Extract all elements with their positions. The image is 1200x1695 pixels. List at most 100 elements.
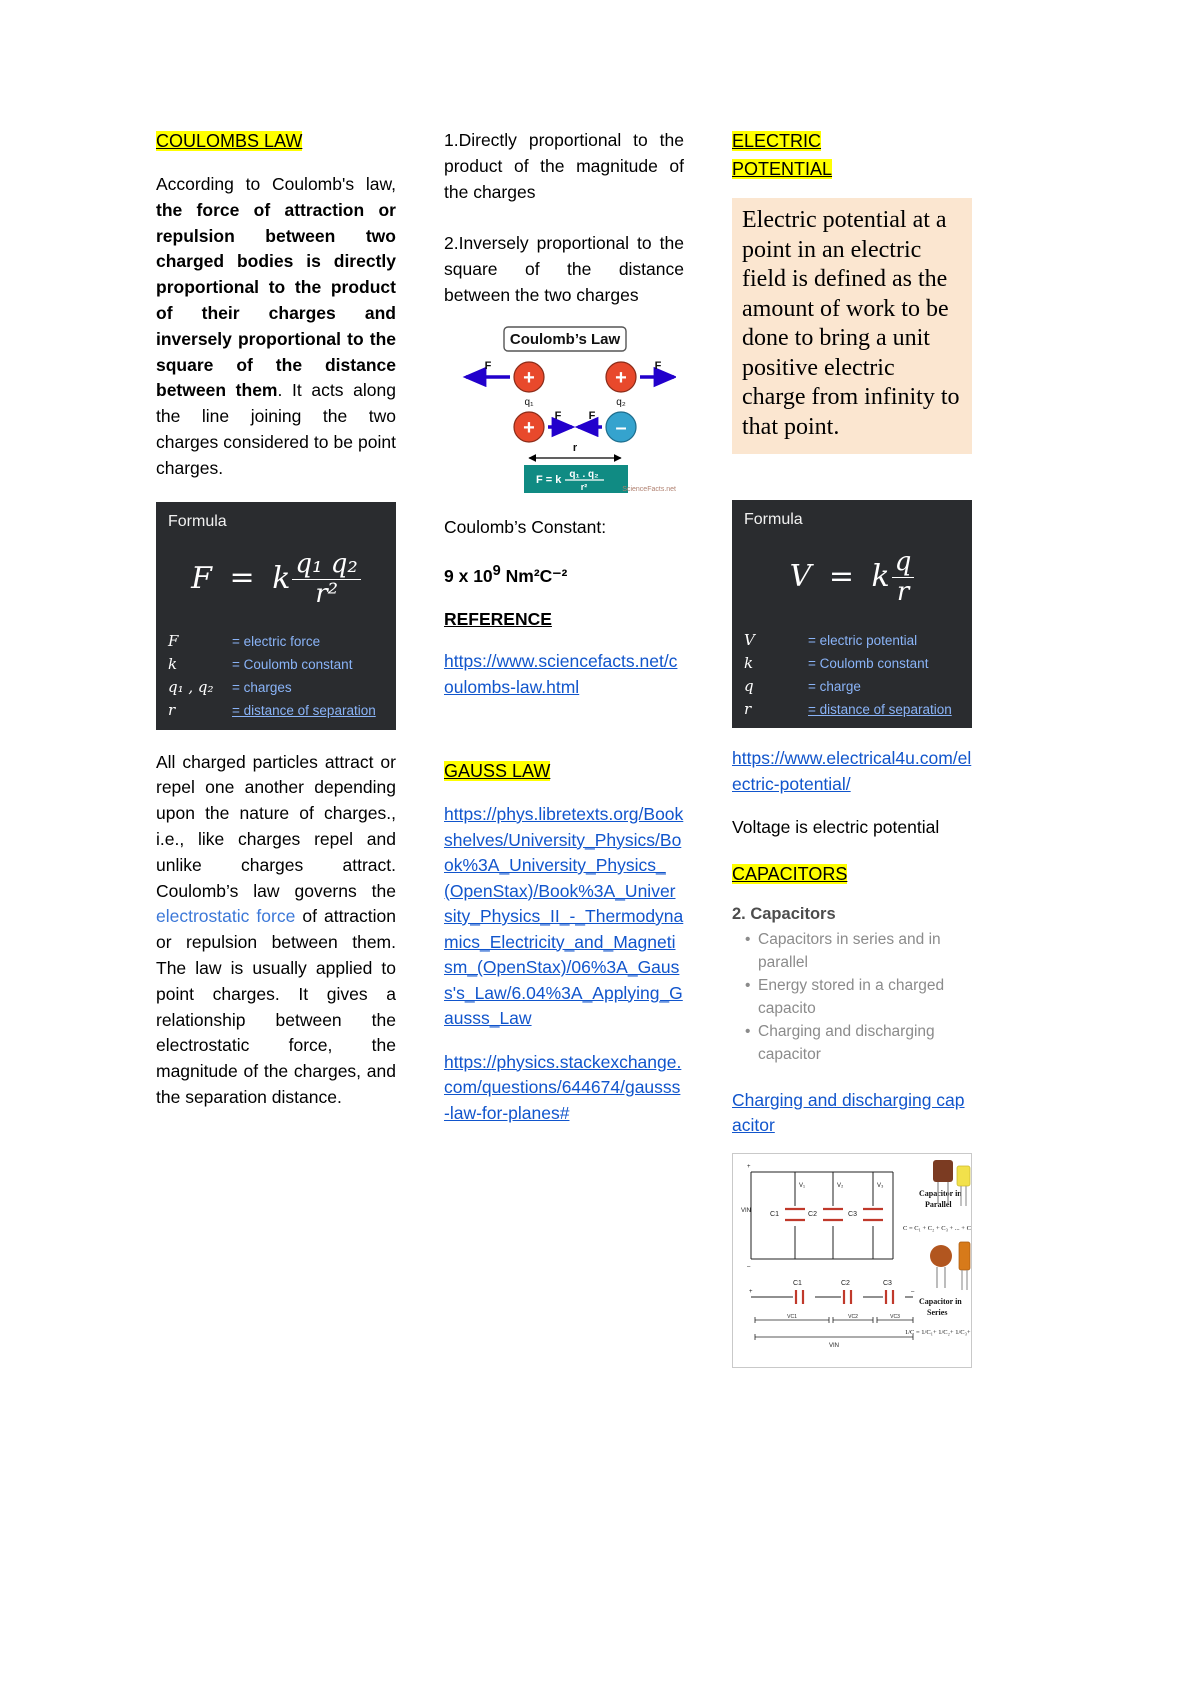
coulomb-formula-card: Formula F = k q₁ q₂ r² F = electric force … [156,501,396,730]
legend-definition: = electric force [232,634,321,650]
equation-k: k [272,560,291,596]
svg-text:F: F [485,360,492,372]
electrostatic-force-link[interactable]: electrostatic force [156,906,295,926]
equation-fraction: qr [891,547,915,607]
svg-text:C2: C2 [808,1211,817,1218]
capacitor-figure-svg: C1 C2 C3 V₁ V₂ V₃ VIN + – C1 C2 C3 + – V… [733,1153,971,1367]
capacitors-list-title: 2. Capacitors [732,904,836,923]
svg-text:C = C₁ + C₂ + C₃ + ... + Cₙ: C = C₁ + C₂ + C₃ + ... + Cₙ [903,1225,971,1232]
constant-base: 9 x 10 [444,565,493,586]
electric-potential-definition: Electric potential at a point in an elec… [742,207,960,440]
legend-row: V = electric potential [744,629,960,652]
formula-card-title: Formula [744,511,803,528]
svg-text:1/C = 1/C₁+ 1/C₂+ 1/C₃+ ... +: 1/C = 1/C₁+ 1/C₂+ 1/C₃+ ... + 1/Cₙ [905,1329,971,1336]
coulomb-constant-label: Coulomb’s Constant: [444,516,607,537]
coulomb-equation: F = k q₁ q₂ r² [168,535,384,629]
legend-definition: = distance of separation [232,703,376,719]
potential-link-wrap: https://www.electrical4u.com/electric-po… [732,746,972,797]
stackexchange-gauss-link[interactable]: https://physics.stackexchange.com/questi… [444,1050,684,1127]
voltage-note: Voltage is electric potential [732,817,940,837]
legend-definition: = Coulomb constant [808,655,929,671]
capacitor-circuit-figure: C1 C2 C3 V₁ V₂ V₃ VIN + – C1 C2 C3 + – V… [732,1152,972,1368]
electric-potential-heading-line1: ELECTRIC [732,131,822,151]
legend-symbol: k [744,653,754,672]
equation-lhs: F [191,560,212,596]
svg-text:Capacitor in: Capacitor in [919,1189,962,1198]
svg-text:C2: C2 [841,1280,850,1287]
capacitors-topic-list: 2. Capacitors Capacitors in series and i… [732,903,972,1066]
capacitors-bullets: Capacitors in series and in parallel Ene… [732,928,972,1066]
legend-definition: = distance of separation [808,701,952,717]
para2-b: of attraction or repulsion between them.… [156,906,396,1107]
svg-text:+: + [747,1164,751,1170]
three-column-layout: COULOMBS LAW According to Coulomb's law,… [156,128,1056,1368]
capacitors-heading: CAPACITORS [732,863,848,884]
coulombs-law-diagram-svg: Coulomb’s Law + + F F q₁ q₂ + – F F r F … [462,326,678,493]
electric-potential-definition-box: Electric potential at a point in an elec… [732,198,972,454]
equation-lhs: V [789,558,812,594]
equation-denominator: r² [292,578,361,608]
gauss-law-heading-wrap: GAUSS LAW [444,758,684,784]
potential-formula-legend: V = electric potential k = Coulomb const… [744,629,960,721]
formula-card-title: Formula [168,512,227,530]
capacitors-heading-wrap: CAPACITORS [732,861,972,887]
coulomb-formula-legend: F = electric force k = Coulomb constant … [168,630,384,722]
legend-definition: = Coulomb constant [232,657,353,673]
constant-exponent: 9 [492,562,501,579]
svg-text:Coulomb’s Law: Coulomb’s Law [510,331,621,348]
column-coulombs-law: COULOMBS LAW According to Coulomb's law,… [156,128,396,1368]
coulombs-law-paragraph-2: All charged particles attract or repel o… [156,750,396,1111]
legend-row: r = distance of separation [168,699,384,722]
electric-potential-heading-line2: POTENTIAL [732,159,833,179]
coulombs-law-heading: COULOMBS LAW [156,128,396,154]
svg-text:r: r [573,442,578,454]
gauss-link-2-wrap: https://physics.stackexchange.com/questi… [444,1050,684,1127]
legend-row: q₁ , q₂ = charges [168,676,384,699]
list-item: Energy stored in a charged capacito [745,974,972,1020]
legend-row: q = charge [744,675,960,698]
equation-numerator: q [894,547,912,577]
svg-text:+: + [749,1289,753,1295]
column-coulomb-points: 1.Directly proportional to the product o… [444,128,684,1368]
equation-denominator: r [891,577,915,606]
legend-symbol: k [168,655,178,674]
svg-text:VIN: VIN [741,1208,751,1214]
electrical4u-link[interactable]: https://www.electrical4u.com/electric-po… [732,746,972,797]
equation-numerator: q₁ q₂ [295,548,358,579]
potential-equation: V = kqr [744,533,960,627]
para1-lead: According to Coulomb's law, [156,174,396,194]
charging-link-wrap: Charging and discharging capacitor [732,1088,972,1139]
coulombs-law-heading-text: COULOMBS LAW [156,131,303,151]
svg-text:VC1: VC1 [787,1314,797,1320]
svg-text:V₃: V₃ [877,1183,884,1189]
legend-row: k = Coulomb constant [744,652,960,675]
list-item: Charging and discharging capacitor [745,1020,972,1066]
proportionality-point-1: 1.Directly proportional to the product o… [444,130,684,202]
svg-text:C3: C3 [848,1211,857,1218]
equation-equals: = [229,560,255,596]
svg-text:VC3: VC3 [890,1314,900,1320]
equation-equals: = [828,558,854,594]
para2-a: All charged particles attract or repel o… [156,751,396,901]
sciencefacts-link[interactable]: https://www.sciencefacts.net/coulombs-la… [444,649,684,700]
legend-row: r = distance of separation [744,698,960,721]
svg-text:F: F [655,360,662,372]
svg-text:F = k: F = k [536,474,562,486]
reference-link-wrap: https://www.sciencefacts.net/coulombs-la… [444,649,684,700]
potential-formula-card: Formula V = kqr V = electric potential k… [732,500,972,728]
libretexts-gauss-link[interactable]: https://phys.libretexts.org/Bookshelves/… [444,802,684,1032]
svg-text:C3: C3 [883,1280,892,1287]
legend-symbol: r [168,701,176,720]
svg-text:C1: C1 [770,1211,779,1218]
legend-definition: = charges [232,680,292,696]
coulombs-law-diagram: Coulomb’s Law + + F F q₁ q₂ + – F F r F … [452,325,678,497]
charging-discharging-link[interactable]: Charging and discharging capacitor [732,1088,972,1139]
electric-potential-heading: ELECTRIC POTENTIAL [732,128,972,182]
coulombs-law-paragraph: According to Coulomb's law, the force of… [156,172,396,482]
equation-fraction: q₁ q₂ r² [292,548,361,609]
proportionality-point-2: 2.Inversely proportional to the square o… [444,233,684,305]
svg-text:Series: Series [927,1308,947,1317]
legend-symbol: r [744,699,752,718]
svg-text:F: F [589,410,596,422]
legend-row: k = Coulomb constant [168,653,384,676]
